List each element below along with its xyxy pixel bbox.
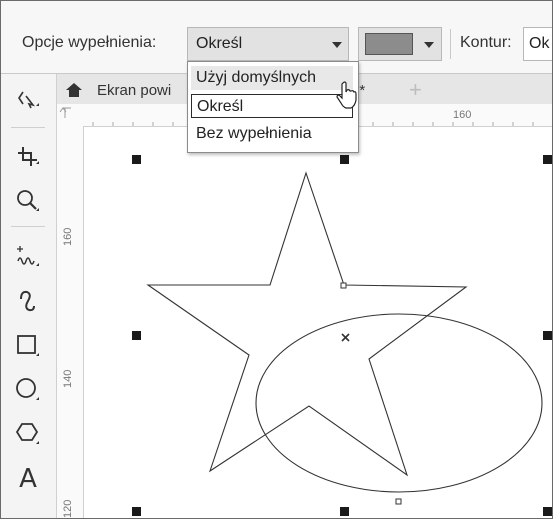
- toolbox-divider: [11, 226, 45, 227]
- home-icon: [66, 83, 82, 97]
- rectangle-icon: [17, 335, 39, 356]
- outline-label: Kontur:: [460, 34, 512, 51]
- pick-tool-icon: [18, 91, 39, 109]
- fill-option-specify[interactable]: Określ: [191, 94, 353, 118]
- toolbox: A: [1, 74, 57, 518]
- selection-handle: [543, 331, 552, 340]
- fill-option-no-fill[interactable]: Bez wypełnienia: [191, 122, 353, 146]
- pick-tool-button[interactable]: [9, 80, 47, 118]
- vertical-ruler[interactable]: 160 140 120: [57, 126, 84, 518]
- selection-handle: [543, 507, 552, 516]
- outline-select[interactable]: Ok: [523, 27, 552, 61]
- add-tab-button[interactable]: +: [409, 77, 422, 103]
- document-tab-label: Ekran powi: [97, 82, 172, 99]
- freehand-tool-button[interactable]: [9, 238, 47, 276]
- toolbar-divider: [450, 29, 451, 59]
- node-handle: [395, 498, 402, 505]
- crop-icon: [18, 147, 39, 166]
- center-marker: [341, 333, 350, 342]
- ellipse-tool-button[interactable]: [9, 370, 47, 408]
- outline-value: Ok: [529, 35, 550, 52]
- freehand-icon: [17, 246, 39, 266]
- polygon-icon: [15, 423, 39, 444]
- fill-options-value: Określ: [196, 35, 243, 52]
- ruler-origin-icon: [59, 107, 71, 118]
- selection-handle: [132, 331, 141, 340]
- artistic-media-icon: [20, 290, 35, 312]
- fill-options-dropdown: Użyj domyślnych Określ Bez wypełnienia: [187, 61, 359, 153]
- drawing-canvas[interactable]: [84, 127, 552, 518]
- drawing-area: [132, 155, 552, 516]
- ruler-label: 120: [62, 499, 74, 518]
- fill-options-label: Opcje wypełnienia:: [22, 34, 157, 51]
- ruler-label: 140: [62, 369, 74, 388]
- toolbox-divider: [11, 127, 45, 128]
- magnifier-icon: [17, 190, 39, 211]
- rectangle-tool-button[interactable]: [9, 326, 47, 364]
- fill-options-select[interactable]: Określ: [187, 27, 349, 61]
- fill-color-swatch: [365, 33, 413, 55]
- ellipse-icon: [16, 378, 39, 400]
- chevron-down-icon: [332, 42, 342, 48]
- chevron-down-icon: [424, 42, 434, 48]
- hand-cursor-icon: [336, 81, 357, 109]
- text-tool-icon: A: [19, 464, 37, 494]
- ruler-label: 160: [62, 227, 74, 246]
- star-shape: [146, 171, 468, 477]
- selection-handle: [132, 507, 141, 516]
- ruler-label: 160: [453, 109, 472, 121]
- crop-tool-button[interactable]: [9, 138, 47, 176]
- selection-handle: [340, 155, 349, 164]
- home-tab[interactable]: [59, 78, 89, 102]
- node-handle: [340, 282, 347, 289]
- selection-handle: [340, 507, 349, 516]
- text-tool-button[interactable]: A: [9, 460, 47, 498]
- polygon-tool-button[interactable]: [9, 414, 47, 452]
- artistic-media-tool-button[interactable]: [9, 282, 47, 320]
- application-window: Opcje wypełnienia: Określ Kontur: Ok A E…: [0, 0, 553, 519]
- selection-handle: [132, 155, 141, 164]
- fill-option-use-default[interactable]: Użyj domyślnych: [191, 66, 353, 90]
- fill-color-picker[interactable]: [358, 27, 442, 61]
- zoom-tool-button[interactable]: [9, 182, 47, 220]
- selection-handle: [543, 155, 552, 164]
- ellipse-shape: [255, 313, 543, 493]
- ruler-origin[interactable]: [57, 104, 84, 127]
